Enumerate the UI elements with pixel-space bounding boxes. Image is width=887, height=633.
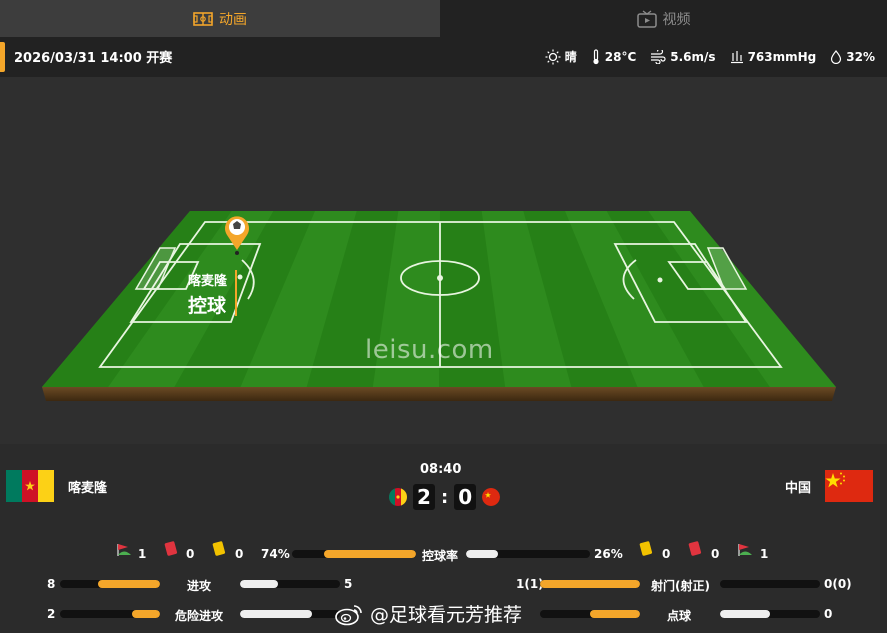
pitch-graphic — [42, 211, 836, 401]
home-attack: 8 — [47, 577, 56, 591]
away-red-card-icon — [688, 541, 702, 561]
video-icon — [636, 9, 657, 28]
tab-animation-label: 动画 — [219, 11, 247, 28]
china-flag-icon — [825, 470, 873, 502]
tab-video-label: 视频 — [662, 11, 691, 28]
scoreboard: 2 : 0 — [389, 484, 501, 510]
event-action: 控球 — [188, 295, 227, 317]
weather-condition: 晴 — [545, 48, 577, 65]
away-penalty-fill — [720, 610, 770, 618]
away-mini-flag-icon — [482, 488, 501, 506]
humidity-text: 32% — [846, 49, 875, 64]
home-corners: 1 — [138, 547, 147, 561]
away-danger-bar — [240, 610, 340, 618]
weather-wind: 5.6m/s — [650, 48, 716, 65]
away-possession-fill — [466, 550, 499, 558]
temperature-text: 28°C — [604, 49, 637, 64]
away-penalty: 0 — [824, 607, 833, 621]
match-clock: 08:40 — [420, 462, 462, 477]
home-danger-bar — [60, 610, 160, 618]
home-red-card-icon — [164, 541, 178, 561]
away-red-cards: 0 — [711, 547, 720, 561]
weibo-handle: @足球看元芳推荐 — [370, 604, 523, 626]
pitch-animation: leisu.com 喀麦隆 控球 — [0, 77, 887, 444]
away-score: 0 — [454, 484, 477, 510]
away-corner-icon — [737, 542, 753, 561]
weather-temperature: 28°C — [591, 48, 637, 65]
home-team-name: 喀麦隆 — [68, 480, 108, 496]
home-team[interactable]: 喀麦隆 — [6, 470, 107, 502]
home-danger-fill — [132, 610, 160, 618]
possession-label: 控球率 — [422, 549, 459, 563]
weibo-icon — [334, 602, 364, 626]
kickoff-time: 2026/03/31 14:00 开赛 — [14, 51, 173, 66]
tab-video[interactable]: 视频 — [440, 0, 887, 37]
weibo-watermark: @足球看元芳推荐 — [334, 600, 522, 627]
pressure-icon — [730, 50, 744, 64]
wind-icon — [650, 49, 666, 64]
away-team-name: 中国 — [784, 480, 811, 496]
away-yellow-card-icon — [639, 541, 653, 561]
away-possession-bar — [466, 550, 590, 558]
away-team[interactable]: 中国 — [785, 470, 873, 502]
view-tabs: 动画 视频 — [0, 0, 887, 37]
home-attack-bar — [60, 580, 160, 588]
away-yellow-cards: 0 — [662, 547, 671, 561]
dangerous-attack-label: 危险进攻 — [175, 609, 224, 623]
event-team: 喀麦隆 — [188, 274, 228, 289]
away-danger-fill — [240, 610, 312, 618]
event-label: 喀麦隆 控球 — [188, 270, 237, 318]
accent-marker — [0, 42, 5, 72]
home-score: 2 — [413, 484, 435, 510]
event-marker-line — [235, 270, 237, 316]
away-shots: 0(0) — [824, 577, 852, 591]
home-attack-fill — [98, 580, 160, 588]
watermark: leisu.com — [365, 335, 494, 365]
cameroon-flag-icon — [6, 470, 54, 502]
away-possession: 26% — [594, 547, 623, 561]
away-penalty-bar — [720, 610, 820, 618]
home-possession: 74% — [261, 547, 290, 561]
weather-text: 晴 — [564, 50, 577, 64]
sun-icon — [545, 49, 561, 65]
weather-info: 晴 28°C 5.6m/s 763mmHg 32% — [545, 48, 875, 65]
home-penalty-bar — [540, 610, 640, 618]
home-mini-flag-icon — [389, 488, 407, 506]
penalty-label: 点球 — [667, 609, 692, 623]
weather-humidity: 32% — [830, 48, 875, 65]
away-attack-bar — [240, 580, 340, 588]
weather-pressure: 763mmHg — [730, 48, 817, 65]
match-info-bar: 2026/03/31 14:00 开赛 晴 28°C 5.6m/s 763mmH… — [0, 37, 887, 77]
home-corner-icon — [116, 542, 132, 561]
home-red-cards: 0 — [186, 547, 195, 561]
tab-animation[interactable]: 动画 — [0, 0, 440, 37]
away-shots-bar — [720, 580, 820, 588]
home-shots-fill — [540, 580, 640, 588]
away-corners: 1 — [760, 547, 769, 561]
score-panel: 喀麦隆 08:40 2 : 0 中国 1 0 0 74% 控球率 26% 0 0… — [0, 444, 887, 633]
pressure-text: 763mmHg — [747, 49, 817, 64]
shots-label: 射门(射正) — [651, 579, 710, 593]
home-possession-bar — [292, 550, 416, 558]
home-penalty-fill — [590, 610, 640, 618]
animation-icon — [193, 11, 213, 26]
away-attack: 5 — [344, 577, 353, 591]
home-possession-fill — [324, 550, 416, 558]
humidity-icon — [830, 49, 842, 64]
home-shots-bar — [540, 580, 640, 588]
attack-label: 进攻 — [187, 579, 212, 593]
thermometer-icon — [591, 48, 601, 65]
home-yellow-card-icon — [212, 541, 226, 561]
home-dangerous-attack: 2 — [47, 607, 56, 621]
score-separator: : — [441, 486, 449, 508]
home-yellow-cards: 0 — [235, 547, 244, 561]
wind-text: 5.6m/s — [670, 49, 716, 64]
away-attack-fill — [240, 580, 278, 588]
